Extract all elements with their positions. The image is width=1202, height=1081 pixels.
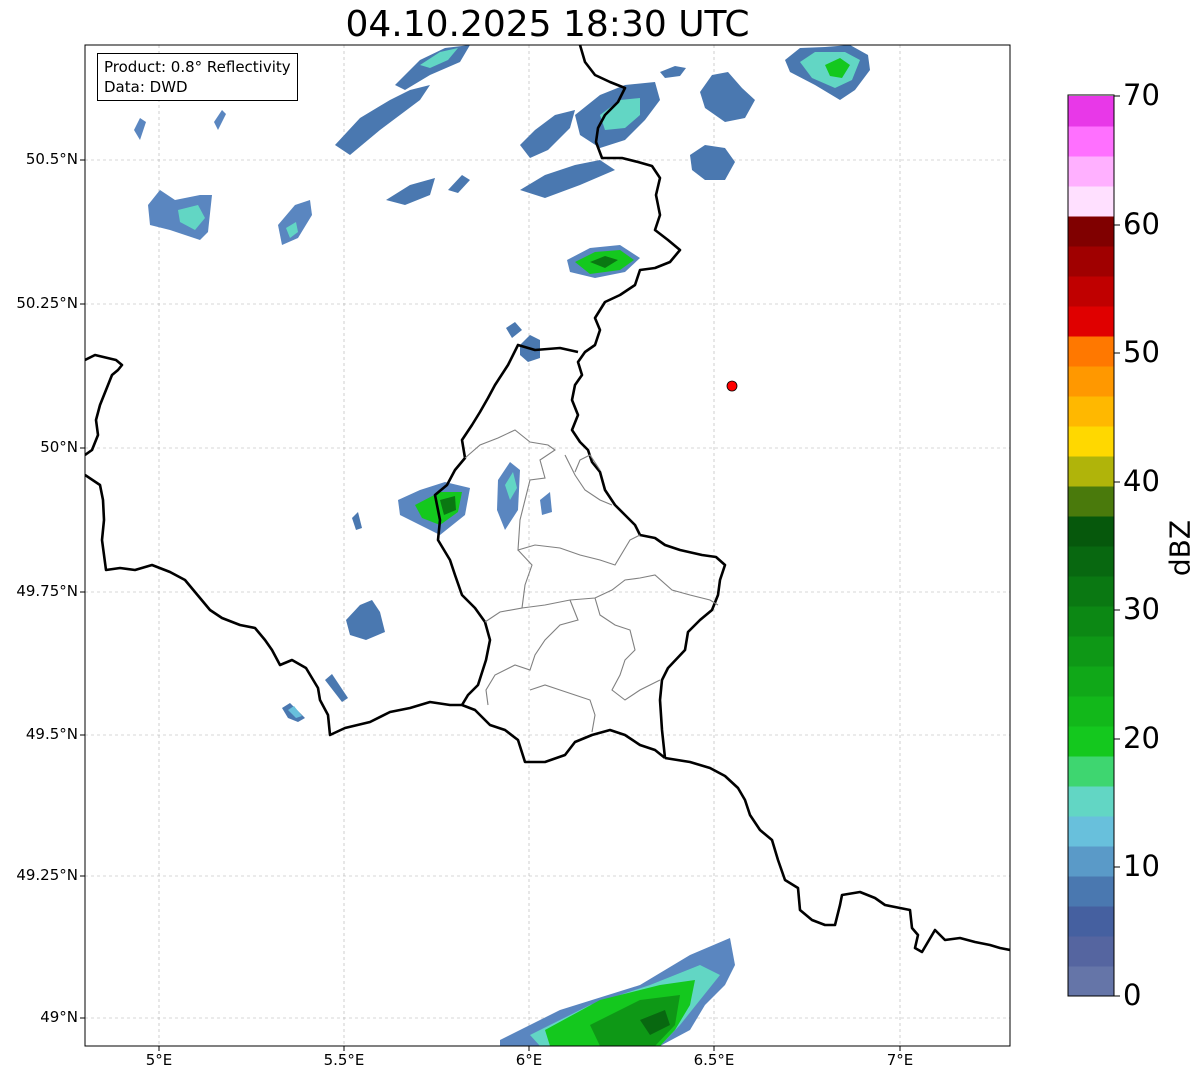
colorbar-segment	[1068, 756, 1114, 787]
data-source-label: Data: DWD	[104, 78, 188, 96]
colorbar-tick-label: 0	[1123, 978, 1142, 1012]
echo-cell	[497, 462, 520, 530]
lat-label: 49.5°N	[25, 725, 78, 743]
echo-cell	[352, 512, 362, 530]
colorbar-segment	[1068, 246, 1114, 277]
colorbar-segment	[1068, 696, 1114, 727]
colorbar-segment	[1068, 786, 1114, 817]
echo-cell	[335, 85, 430, 155]
colorbar-segment	[1068, 216, 1114, 247]
colorbar-segment	[1068, 306, 1114, 337]
echo-cell	[506, 322, 522, 338]
colorbar-segment	[1068, 456, 1114, 487]
admin-line	[574, 454, 601, 473]
admin-line	[484, 549, 533, 623]
colorbar-segment	[1068, 426, 1114, 457]
echo-cell	[278, 200, 312, 245]
colorbar-tick-label: 70	[1123, 78, 1160, 112]
colorbar-segment	[1068, 846, 1114, 877]
echo-cell	[325, 674, 348, 702]
lat-label: 50.25°N	[16, 294, 78, 312]
admin-line	[521, 574, 719, 609]
colorbar-segment	[1068, 486, 1114, 517]
admin-line	[564, 454, 613, 506]
colorbar-segment	[1068, 336, 1114, 367]
colorbar-ticks	[1114, 95, 1120, 997]
border-line	[664, 756, 1010, 954]
colorbar-segment	[1068, 636, 1114, 667]
lon-label: 7°E	[886, 1051, 914, 1069]
location-marker	[726, 380, 738, 392]
echo-cell	[134, 118, 146, 140]
colorbar-segment	[1068, 816, 1114, 847]
tick-marks	[80, 159, 901, 1051]
echo-cell	[520, 110, 575, 158]
colorbar-tick-label: 60	[1123, 207, 1160, 241]
colorbar-segment	[1068, 156, 1114, 187]
info-box: Product: 0.8° Reflectivity Data: DWD	[97, 53, 298, 101]
colorbar-tick-label: 40	[1123, 464, 1160, 498]
product-label: Product: 0.8° Reflectivity	[104, 58, 291, 76]
colorbar-segment	[1068, 876, 1114, 907]
colorbar-segment	[1068, 606, 1114, 637]
echo-cell	[386, 178, 435, 205]
colorbar-tick-label: 10	[1123, 849, 1160, 883]
lon-label: 5.5°E	[323, 1051, 365, 1069]
lat-label: 49.25°N	[16, 866, 78, 884]
colorbar-segment	[1068, 366, 1114, 397]
echo-cell	[660, 66, 686, 78]
lon-label: 6.5°E	[693, 1051, 735, 1069]
colorbar-segment	[1068, 186, 1114, 217]
colorbar-label: dBZ	[1163, 519, 1197, 577]
colorbar-segment	[1068, 666, 1114, 697]
colorbar-tick-label: 50	[1123, 335, 1160, 369]
echo-cell	[395, 45, 470, 90]
colorbar	[1068, 96, 1114, 997]
echo-cell	[690, 145, 735, 180]
lat-label: 49.75°N	[16, 582, 78, 600]
lat-label: 49°N	[40, 1008, 78, 1026]
lon-label: 5°E	[145, 1051, 173, 1069]
colorbar-segment	[1068, 516, 1114, 547]
colorbar-segment	[1068, 576, 1114, 607]
colorbar-segment	[1068, 966, 1114, 997]
colorbar-segment	[1068, 906, 1114, 937]
colorbar-segment	[1068, 396, 1114, 427]
echo-cell	[346, 600, 385, 640]
colorbar-segment	[1068, 936, 1114, 967]
radar-map	[80, 44, 1120, 1051]
colorbar-segment	[1068, 546, 1114, 577]
colorbar-segment	[1068, 96, 1114, 127]
admin-line	[529, 684, 596, 733]
colorbar-segment	[1068, 726, 1114, 757]
lat-label: 50°N	[40, 438, 78, 456]
admin-line	[594, 597, 661, 701]
admin-line	[464, 429, 641, 566]
echo-cell	[448, 175, 470, 193]
border-line	[85, 353, 124, 457]
echo-cell	[700, 72, 755, 122]
colorbar-tick-label: 20	[1123, 721, 1160, 755]
colorbar-segment	[1068, 126, 1114, 157]
echo-cell	[520, 160, 615, 198]
echo-cell	[214, 110, 226, 130]
colorbar-segment	[1068, 276, 1114, 307]
lat-label: 50.5°N	[25, 150, 78, 168]
colorbar-tick-label: 30	[1123, 592, 1160, 626]
echo-cell	[540, 492, 552, 515]
lon-label: 6°E	[515, 1051, 543, 1069]
radar-echoes	[134, 45, 870, 1046]
